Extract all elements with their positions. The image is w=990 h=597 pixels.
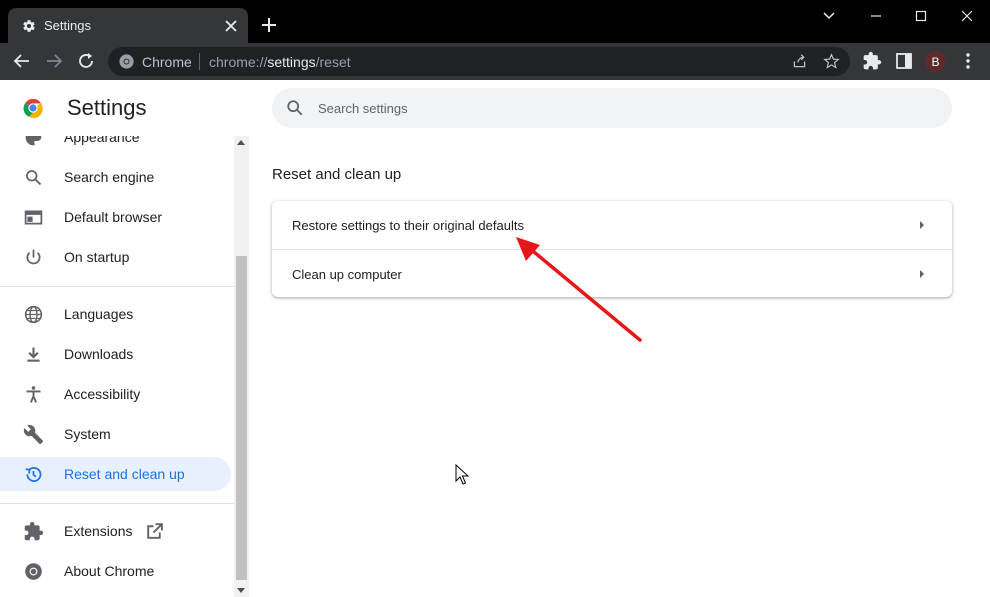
tab-title: Settings [44,18,91,33]
sidebar-item-accessibility[interactable]: Accessibility [0,377,231,411]
url-scheme: chrome:// [209,54,268,70]
new-tab-icon[interactable] [260,16,278,34]
sidebar-item-label: Appearance [64,136,140,145]
omnibox-chip-label: Chrome [142,54,192,70]
settings-sidebar: Appearance Search engine Default browser… [0,136,234,597]
sidebar-item-system[interactable]: System [0,417,231,451]
sidebar-item-search-engine[interactable]: Search engine [0,160,231,194]
sidebar-scrollbar[interactable] [234,136,249,597]
url-text[interactable]: chrome://settings/reset [209,54,351,70]
side-panel-icon[interactable] [894,51,914,71]
close-tab-icon[interactable] [222,17,240,35]
window-close-icon[interactable] [955,6,979,26]
omnibox-separator [199,53,200,70]
bookmark-star-icon[interactable] [823,53,840,70]
url-path: /reset [315,54,351,70]
sidebar-divider [0,286,234,287]
sidebar-item-about-chrome[interactable]: About Chrome [0,554,231,588]
tab-search-icon[interactable] [817,6,841,26]
browser-icon [24,210,43,224]
search-icon [287,100,303,116]
sidebar-divider [0,503,234,504]
sidebar-item-label: Downloads [64,346,134,362]
sidebar-item-default-browser[interactable]: Default browser [0,200,231,234]
sidebar-item-label: Extensions [64,523,133,539]
settings-search[interactable] [272,88,952,128]
sidebar-item-extensions[interactable]: Extensions [0,514,231,548]
accessibility-icon [26,385,41,403]
scroll-up-arrow[interactable] [237,140,245,145]
browser-window: Settings Chrome chrome://settings/reset … [0,0,990,597]
scroll-down-arrow[interactable] [237,588,245,593]
omnibox[interactable]: Chrome chrome://settings/reset [108,47,850,76]
sidebar-item-label: About Chrome [64,563,155,579]
history-icon [25,466,42,482]
more-menu-icon[interactable] [958,51,978,71]
profile-avatar[interactable]: B [925,51,946,72]
maximize-icon[interactable] [909,6,933,26]
scroll-thumb[interactable] [236,256,247,580]
sidebar-item-on-startup[interactable]: On startup [0,240,231,274]
mouse-cursor-icon [455,464,469,485]
gear-icon [23,19,35,32]
sidebar-item-languages[interactable]: Languages [0,297,231,331]
url-host: settings [267,54,316,70]
download-icon [27,347,40,362]
toolbar: Chrome chrome://settings/reset B [0,43,990,80]
sidebar-item-appearance[interactable]: Appearance [0,136,231,154]
reload-icon[interactable] [76,51,96,71]
sidebar-item-label: Default browser [64,209,163,225]
search-input[interactable] [318,98,918,118]
back-icon[interactable] [12,51,32,71]
palette-icon [25,136,42,145]
forward-icon[interactable] [44,51,64,71]
extensions-icon[interactable] [862,51,882,71]
wrench-icon [23,424,44,444]
sidebar-item-label: Search engine [64,169,155,185]
tab-strip: Settings [0,0,990,43]
section-title: Reset and clean up [272,166,402,183]
sidebar-item-downloads[interactable]: Downloads [0,337,231,371]
search-icon [26,169,42,185]
external-link-icon [147,522,164,539]
sidebar-item-reset-and-clean-up[interactable]: Reset and clean up [0,457,231,491]
row-label: Clean up computer [292,266,402,282]
arrow-right-icon [920,221,924,229]
chrome-logo-icon [23,98,43,119]
arrow-right-icon [920,270,924,278]
share-icon[interactable] [791,53,808,70]
globe-icon [24,305,43,323]
annotation-arrow-icon [516,237,642,342]
power-icon [26,249,41,264]
sidebar-item-label: System [64,426,111,442]
sidebar-item-label: Accessibility [64,386,141,402]
chrome-icon [25,562,42,580]
minimize-icon[interactable] [864,6,888,26]
page-title: Settings [67,95,147,120]
sidebar-item-label: On startup [64,249,130,265]
puzzle-icon [24,521,44,540]
sidebar-item-label: Languages [64,306,134,322]
row-label: Restore settings to their original defau… [292,217,524,233]
sidebar-item-label: Reset and clean up [64,466,185,482]
chrome-icon [119,54,134,69]
tab-settings[interactable]: Settings [8,8,248,43]
